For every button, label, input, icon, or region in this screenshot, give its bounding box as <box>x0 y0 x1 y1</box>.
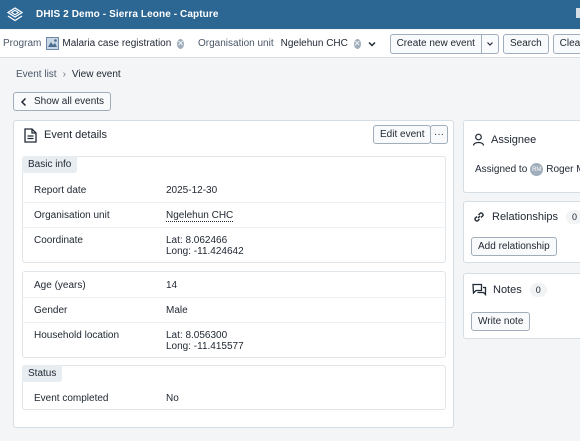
show-all-events-button[interactable]: Show all events <box>13 92 112 111</box>
program-label: Program <box>3 38 42 49</box>
create-event-split-button: Create new event <box>389 33 499 54</box>
age-label: Age (years) <box>34 280 86 291</box>
org-unit-label: Organisation unit <box>34 210 110 221</box>
assignee-title: Assignee <box>491 133 537 146</box>
document-icon <box>24 127 37 143</box>
relationships-card: Relationships 0 Add relationship <box>463 201 580 263</box>
app-header: DHIS 2 Demo - Sierra Leone - Capture <box>0 0 580 29</box>
row-divider <box>23 297 445 298</box>
breadcrumb-event-list-link[interactable]: Event list <box>16 69 57 80</box>
household-long: Long: -11.415577 <box>166 341 244 352</box>
coordinate-label: Coordinate <box>34 235 83 246</box>
chevron-down-icon[interactable] <box>367 39 377 49</box>
basic-info-header: Basic info <box>22 156 78 173</box>
event-details-card: Event details Edit event ··· Basic info … <box>13 120 454 428</box>
assigned-user-name[interactable]: Roger M <box>546 164 580 175</box>
row-divider <box>23 227 445 228</box>
gender-label: Gender <box>34 305 68 316</box>
notes-count-badge: 0 <box>529 283 547 297</box>
row-divider <box>23 322 445 323</box>
show-all-events-label: Show all events <box>34 96 105 107</box>
notes-header: Notes 0 <box>472 283 547 297</box>
more-actions-button[interactable]: ··· <box>430 125 448 144</box>
basic-info-section: Basic info Report date 2025-12-30 Organi… <box>22 156 446 263</box>
org-unit-value[interactable]: Ngelehun CHC <box>166 210 234 222</box>
person-icon <box>472 133 485 146</box>
row-divider <box>23 202 445 203</box>
status-section: Status Event completed No <box>22 365 446 410</box>
comments-icon <box>472 283 487 297</box>
create-new-event-button[interactable]: Create new event <box>389 33 482 54</box>
relationships-header: Relationships 0 <box>472 210 580 224</box>
search-button[interactable]: Search <box>502 33 549 54</box>
gender-value: Male <box>166 305 188 316</box>
household-lat: Lat: 8.056300 <box>166 330 228 341</box>
event-data-section: Age (years) 14 Gender Male Household loc… <box>22 271 446 358</box>
breadcrumb-separator: › <box>62 69 66 80</box>
program-select[interactable]: Malaria case registration <box>62 38 171 49</box>
dhis2-logo-icon[interactable] <box>5 5 25 25</box>
event-completed-value: No <box>166 393 179 404</box>
coordinate-long: Long: -11.424642 <box>166 246 244 257</box>
chevron-left-icon <box>20 97 28 107</box>
age-value: 14 <box>166 280 178 291</box>
clear-program-icon[interactable]: ✕ <box>177 38 184 49</box>
assignee-card: Assignee Assigned to RM Roger M <box>463 120 580 193</box>
report-date-value: 2025-12-30 <box>166 185 218 196</box>
program-icon <box>46 37 60 50</box>
header-edge-indicator <box>576 8 580 18</box>
event-details-title: Event details <box>44 129 107 141</box>
report-date-label: Report date <box>34 185 87 196</box>
orgunit-select[interactable]: Ngelehun CHC <box>281 38 348 49</box>
link-icon <box>472 210 486 224</box>
clear-orgunit-icon[interactable]: ✕ <box>353 38 361 49</box>
relationships-title: Relationships <box>492 211 559 223</box>
context-selector-bar: Program Malaria case registration ✕ Orga… <box>0 30 580 58</box>
breadcrumb: Event list › View event <box>16 69 121 80</box>
notes-card: Notes 0 Write note <box>463 273 580 339</box>
orgunit-label: Organisation unit <box>198 38 274 49</box>
clear-selections-button[interactable]: Clear s <box>552 33 580 54</box>
app-title: DHIS 2 Demo - Sierra Leone - Capture <box>36 9 219 20</box>
household-location-label: Household location <box>34 330 120 341</box>
notes-title: Notes <box>493 284 522 296</box>
coordinate-lat: Lat: 8.062466 <box>166 235 228 246</box>
coordinate-value: Lat: 8.062466 Long: -11.424642 <box>166 235 244 257</box>
status-header: Status <box>22 365 63 382</box>
event-completed-label: Event completed <box>34 393 109 404</box>
assigned-to-label: Assigned to <box>475 164 528 175</box>
edit-event-button[interactable]: Edit event <box>373 125 432 144</box>
household-location-value: Lat: 8.056300 Long: -11.415577 <box>166 330 244 352</box>
assigned-to-row: Assigned to RM Roger M <box>475 163 580 176</box>
relationships-count-badge: 0 <box>566 210 580 224</box>
write-note-button[interactable]: Write note <box>471 312 531 331</box>
assignee-header: Assignee <box>472 133 536 146</box>
breadcrumb-current: View event <box>71 69 121 80</box>
create-event-dropdown-button[interactable] <box>481 33 499 54</box>
add-relationship-button[interactable]: Add relationship <box>471 237 557 256</box>
avatar: RM <box>530 163 544 176</box>
